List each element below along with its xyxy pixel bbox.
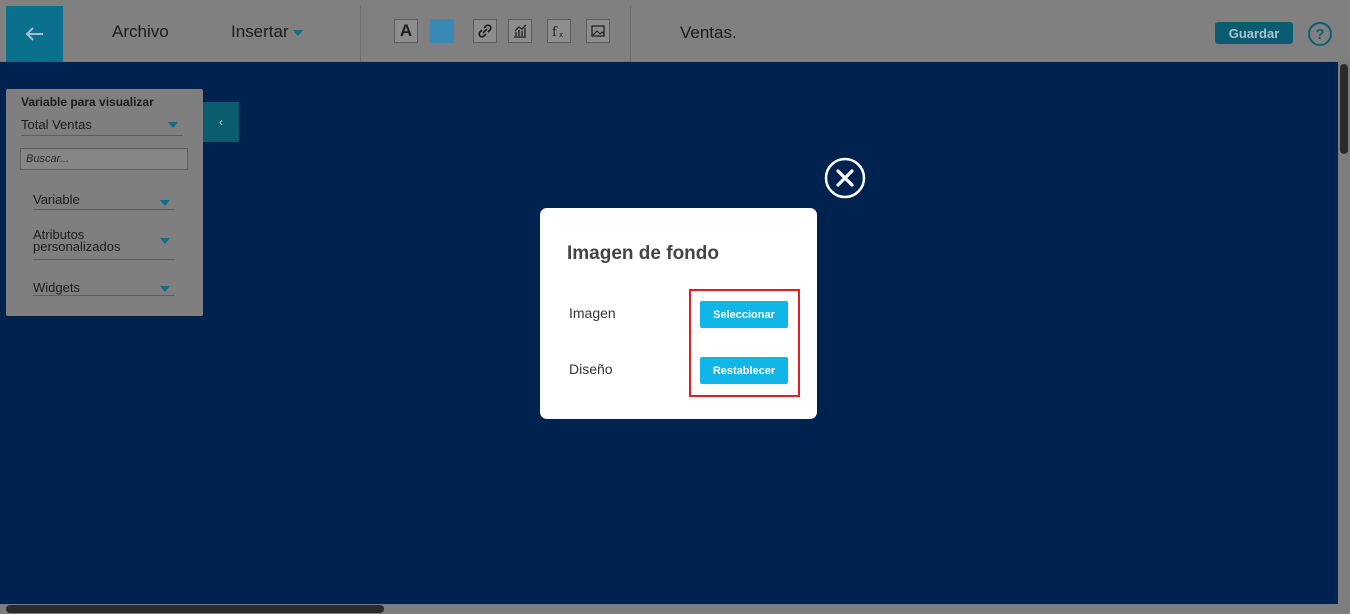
chevron-left-icon: ‹ [219,115,223,129]
back-button[interactable] [6,6,63,62]
close-icon [824,157,866,199]
section-variable[interactable]: Variable [33,192,175,210]
top-toolbar [0,0,1350,62]
section-variable-label: Variable [33,192,80,207]
chevron-down-icon [160,286,170,292]
chart-tool-button[interactable] [508,19,532,43]
variable-select[interactable]: Total Ventas [21,114,183,136]
section-attributes-label-line2: personalizados [33,239,121,254]
collapse-panel-button[interactable]: ‹ [203,102,239,142]
menu-insert-label: Insertar [231,22,289,41]
variable-select-value: Total Ventas [21,117,92,132]
text-icon: A [399,21,413,40]
menu-file[interactable]: Archivo [112,22,169,42]
chevron-down-icon [292,29,303,36]
chevron-down-icon [160,200,170,206]
vertical-scrollbar[interactable] [1338,62,1350,614]
panel-title: Variable para visualizar [21,95,154,109]
save-button[interactable]: Guardar [1215,22,1293,44]
help-icon[interactable]: ? [1308,22,1332,46]
link-tool-button[interactable] [473,19,497,43]
menu-insert[interactable]: Insertar [231,22,303,42]
select-image-button[interactable]: Seleccionar [700,301,788,328]
image-icon [591,25,605,37]
svg-text:x: x [559,31,563,39]
design-label: Diseño [569,361,613,377]
svg-text:f: f [552,25,558,39]
vertical-scroll-thumb[interactable] [1340,64,1348,154]
document-title: Ventas. [680,23,737,42]
image-label: Imagen [569,305,616,321]
arrow-left-icon [25,27,43,41]
section-widgets[interactable]: Widgets [33,280,175,296]
function-tool-button[interactable]: f x [547,19,571,43]
function-icon: f x [552,25,563,39]
close-modal-button[interactable] [823,156,867,200]
horizontal-scroll-thumb[interactable] [6,605,384,613]
section-widgets-label: Widgets [33,280,80,295]
search-input[interactable]: Buscar... [20,148,188,170]
chart-icon [514,24,527,38]
dialog-title: Imagen de fondo [567,243,719,264]
color-tool-button[interactable] [430,19,454,43]
toolbar-divider [630,6,631,62]
chevron-down-icon [168,122,178,128]
reset-design-button[interactable]: Restablecer [700,357,788,384]
section-custom-attributes[interactable]: Atributos personalizados [33,228,175,260]
horizontal-scrollbar[interactable] [0,604,1338,614]
toolbar-divider [360,6,361,62]
image-tool-button[interactable] [586,19,610,43]
link-icon [478,24,492,38]
help-glyph: ? [1315,25,1325,43]
text-tool-button[interactable]: A [394,19,418,43]
chevron-down-icon [160,238,170,244]
